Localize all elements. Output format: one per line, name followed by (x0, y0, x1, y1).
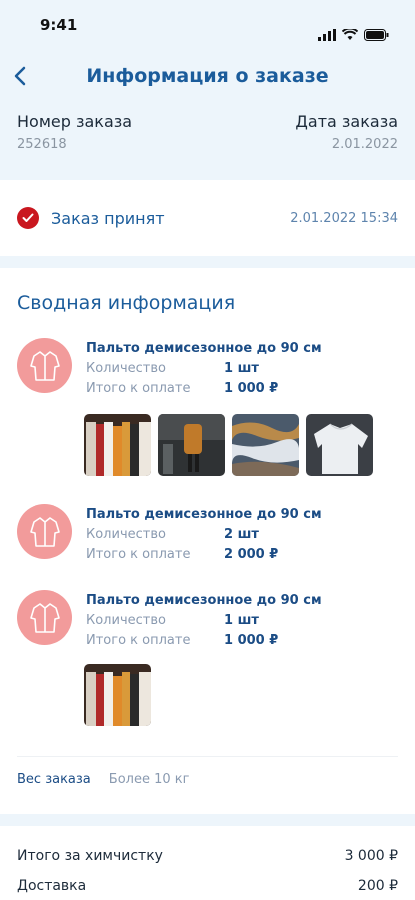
item-photos (84, 414, 373, 476)
item-name: Пальто демисезонное до 90 см (86, 341, 322, 356)
pay-label: Итого к оплате (86, 381, 191, 396)
signal-icon (318, 29, 336, 41)
qty-label: Количество (86, 527, 166, 542)
order-date-value: 2.01.2022 (331, 137, 398, 152)
order-date-label: Дата заказа (295, 112, 398, 131)
back-button[interactable] (14, 61, 36, 91)
photo-thumbnail[interactable] (306, 414, 373, 476)
check-icon (17, 207, 39, 229)
weight-value: Более 10 кг (108, 772, 190, 787)
photo-thumbnail[interactable] (84, 664, 151, 726)
total-label: Доставка (17, 878, 87, 894)
divider (17, 756, 398, 757)
back-arrow-icon (14, 66, 26, 86)
coat-icon (17, 590, 72, 645)
item-qty: 1 шт (224, 361, 259, 376)
photo-thumbnail[interactable] (232, 414, 299, 476)
total-row: Доставка 200 ₽ (17, 878, 398, 894)
order-item[interactable]: Пальто демисезонное до 90 см Количество 1… (17, 338, 398, 396)
nav-bar: Информация о заказе (0, 52, 415, 100)
item-total: 2 000 ₽ (224, 547, 279, 562)
order-weight: Вес заказа Более 10 кг (17, 772, 189, 787)
order-number-label: Номер заказа (17, 112, 133, 131)
item-total: 1 000 ₽ (224, 381, 279, 396)
pay-label: Итого к оплате (86, 547, 191, 562)
photo-thumbnail[interactable] (84, 414, 151, 476)
status-time: 2.01.2022 15:34 (290, 210, 398, 226)
photo-thumbnail[interactable] (158, 414, 225, 476)
item-name: Пальто демисезонное до 90 см (86, 507, 322, 522)
qty-label: Количество (86, 613, 166, 628)
total-value: 200 ₽ (357, 878, 398, 894)
pay-label: Итого к оплате (86, 633, 191, 648)
totals-card: Итого за химчистку 3 000 ₽ Доставка 200 … (0, 826, 415, 900)
order-item[interactable]: Пальто демисезонное до 90 см Количество 2… (17, 504, 398, 562)
total-value: 3 000 ₽ (344, 848, 398, 864)
status-bar: 9:41 (0, 0, 415, 52)
total-label: Итого за химчистку (17, 848, 163, 864)
order-number-value: 252618 (17, 137, 67, 152)
summary-title: Сводная информация (17, 292, 236, 314)
total-row: Итого за химчистку 3 000 ₽ (17, 848, 398, 864)
item-qty: 1 шт (224, 613, 259, 628)
coat-icon (17, 504, 72, 559)
item-qty: 2 шт (224, 527, 259, 542)
item-photos (84, 664, 151, 726)
weight-label: Вес заказа (17, 772, 91, 787)
order-status-card: Заказ принят 2.01.2022 15:34 (0, 180, 415, 256)
summary-card: Сводная информация Пальто демисезонное д… (0, 268, 415, 814)
item-total: 1 000 ₽ (224, 633, 279, 648)
order-header: Номер заказа 252618 Дата заказа 2.01.202… (0, 100, 415, 180)
qty-label: Количество (86, 361, 166, 376)
order-item[interactable]: Пальто демисезонное до 90 см Количество 1… (17, 590, 398, 648)
page-title: Информация о заказе (86, 65, 329, 87)
status-text: Заказ принят (51, 208, 165, 228)
item-name: Пальто демисезонное до 90 см (86, 593, 322, 608)
wifi-icon (342, 29, 358, 40)
coat-icon (17, 338, 72, 393)
status-time: 9:41 (40, 16, 78, 34)
battery-icon (364, 29, 389, 41)
